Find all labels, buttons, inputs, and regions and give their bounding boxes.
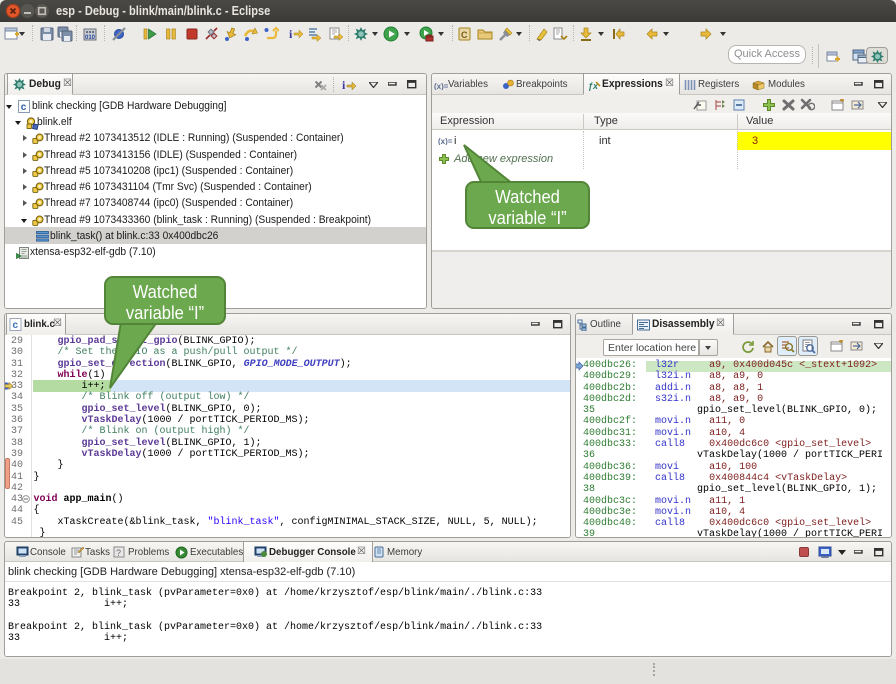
svg-text:(x)=: (x)= (438, 137, 453, 145)
svg-text:010: 010 (85, 35, 96, 41)
svg-text:C: C (461, 30, 468, 40)
svg-text:?: ? (116, 548, 121, 558)
svg-text:i: i (289, 27, 293, 41)
svg-text:(x)=: (x)= (434, 82, 448, 90)
svg-text:c: c (21, 102, 27, 113)
svg-text:c: c (13, 320, 19, 331)
svg-text:i: i (342, 78, 346, 91)
